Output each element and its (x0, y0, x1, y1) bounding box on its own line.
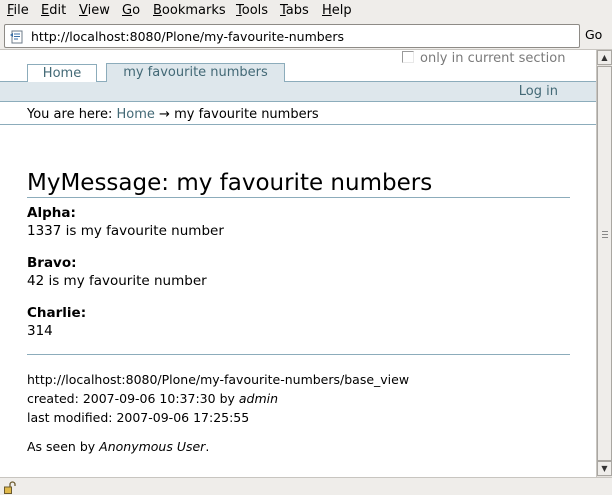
modified-prefix: last modified: (27, 410, 113, 425)
unlocked-padlock-icon (3, 480, 17, 494)
field-value-alpha: 1337 is my favourite number (27, 223, 224, 239)
checkbox-icon[interactable] (402, 51, 414, 63)
location-toolbar: http://localhost:8080/Plone/my-favourite… (0, 21, 612, 50)
seen-by-info: As seen by Anonymous User. (27, 439, 209, 454)
field-label-charlie: Charlie: (27, 305, 87, 321)
vertical-scrollbar[interactable]: ▲ ▼ (596, 50, 612, 477)
url-field[interactable]: http://localhost:8080/Plone/my-favourite… (4, 24, 580, 48)
page-icon (9, 29, 25, 44)
creator-name: admin (238, 391, 279, 406)
go-button[interactable]: Go (585, 27, 602, 42)
menu-tools[interactable]: Tools (236, 3, 268, 18)
field-label-bravo: Bravo: (27, 255, 77, 271)
status-bar (0, 477, 612, 495)
scrollbar-thumb[interactable] (597, 66, 612, 461)
url-text: http://localhost:8080/Plone/my-favourite… (31, 29, 345, 44)
page-title: MyMessage: my favourite numbers (27, 170, 433, 196)
seen-prefix: As seen by (27, 439, 96, 454)
field-value-charlie: 314 (27, 323, 53, 339)
scroll-up-arrow-icon[interactable]: ▲ (597, 50, 612, 65)
document-url: http://localhost:8080/Plone/my-favourite… (27, 372, 410, 387)
tab-home[interactable]: Home (27, 64, 97, 82)
menu-bar: File Edit View Go Bookmarks Tools Tabs H… (0, 0, 612, 21)
personal-bar: Log in (0, 82, 596, 102)
created-info: created: 2007-09-06 10:37:30 by admin (27, 391, 278, 406)
search-section-label: only in current section (420, 51, 566, 66)
grip-line (602, 234, 608, 235)
page-viewport: only in current section Home my favourit… (0, 50, 596, 477)
menu-tabs[interactable]: Tabs (280, 3, 309, 18)
scroll-down-arrow-icon[interactable]: ▼ (597, 461, 612, 476)
breadcrumb-divider (0, 124, 596, 125)
seen-user: Anonymous User (99, 439, 206, 454)
menu-view[interactable]: View (79, 3, 110, 18)
menu-go[interactable]: Go (122, 3, 140, 18)
menu-help[interactable]: Help (322, 3, 352, 18)
breadcrumb-home-link[interactable]: Home (117, 107, 155, 122)
menu-edit[interactable]: Edit (41, 3, 66, 18)
grip-line (602, 231, 608, 232)
modified-info: last modified: 2007-09-06 17:25:55 (27, 410, 249, 425)
created-date: 2007-09-06 10:37:30 (82, 391, 216, 406)
field-label-alpha: Alpha: (27, 205, 76, 221)
created-by: by (219, 391, 235, 406)
breadcrumb-separator: → (159, 107, 170, 122)
content-divider (27, 354, 570, 355)
grip-line (602, 237, 608, 238)
field-value-bravo: 42 is my favourite number (27, 273, 207, 289)
search-section-option[interactable]: only in current section (402, 51, 565, 66)
breadcrumb: You are here: Home → my favourite number… (27, 107, 319, 122)
login-link[interactable]: Log in (519, 84, 558, 99)
breadcrumb-current: my favourite numbers (174, 107, 319, 122)
seen-suffix: . (205, 439, 210, 454)
created-prefix: created: (27, 391, 79, 406)
modified-date: 2007-09-06 17:25:55 (116, 410, 250, 425)
tab-my-favourite-numbers[interactable]: my favourite numbers (106, 63, 285, 82)
menu-bookmarks[interactable]: Bookmarks (153, 3, 226, 18)
breadcrumb-prefix: You are here: (27, 107, 113, 122)
menu-file[interactable]: File (7, 3, 29, 18)
title-divider (27, 197, 570, 198)
